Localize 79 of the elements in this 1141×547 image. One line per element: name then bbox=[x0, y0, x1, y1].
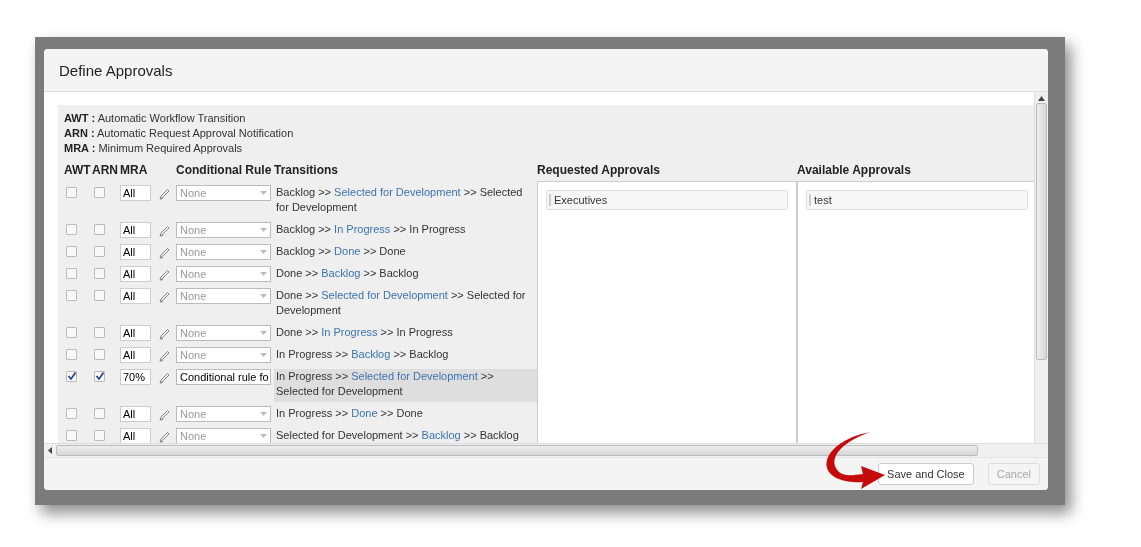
checkbox[interactable] bbox=[94, 268, 105, 279]
legend-line: MRA : Minimum Required Approvals bbox=[64, 141, 244, 156]
pencil-icon[interactable] bbox=[158, 409, 170, 422]
scroll-up-icon[interactable] bbox=[1038, 96, 1045, 101]
checkbox[interactable] bbox=[66, 349, 77, 360]
approval-item[interactable]: Executives bbox=[546, 190, 788, 210]
transition-text: Done >> In Progress >> In Progress bbox=[275, 325, 454, 340]
scroll-left-icon[interactable] bbox=[48, 447, 52, 454]
checkbox[interactable] bbox=[94, 408, 105, 419]
checkbox[interactable] bbox=[66, 268, 77, 279]
checkbox[interactable] bbox=[94, 327, 105, 338]
checkbox[interactable] bbox=[94, 187, 105, 198]
checkbox[interactable] bbox=[94, 224, 105, 235]
checkbox[interactable] bbox=[66, 187, 77, 198]
column-header: ARN bbox=[92, 163, 119, 177]
pencil-icon[interactable] bbox=[158, 188, 170, 201]
column-header: Transitions bbox=[274, 163, 339, 177]
transition-link[interactable]: Backlog bbox=[421, 429, 461, 441]
transition-text: Done >> Backlog >> Backlog bbox=[275, 266, 420, 281]
transition-text: Selected for Development >> Backlog >> Backlog bbox=[275, 428, 520, 443]
transition-text: Backlog >> Done >> Done bbox=[275, 244, 407, 259]
legend-line: AWT : Automatic Workflow Transition bbox=[64, 111, 247, 126]
transition-text: Done >> Selected for Development >> Selected for Development bbox=[275, 288, 527, 318]
transition-link[interactable]: Backlog bbox=[321, 267, 361, 279]
mra-field[interactable]: 70% bbox=[120, 369, 151, 385]
pencil-icon[interactable] bbox=[158, 225, 170, 238]
transition-text: Backlog >> Selected for Development >> Selected for Development bbox=[275, 185, 524, 215]
pencil-icon[interactable] bbox=[158, 431, 170, 443]
checkbox[interactable] bbox=[94, 349, 105, 360]
mra-field[interactable]: All bbox=[120, 288, 151, 304]
checkbox[interactable] bbox=[66, 430, 77, 441]
list-heading: Requested Approvals bbox=[537, 162, 661, 179]
pencil-icon[interactable] bbox=[158, 247, 170, 260]
dialog-title: Define Approvals bbox=[59, 61, 173, 79]
transition-text: In Progress >> Backlog >> Backlog bbox=[275, 347, 450, 362]
transition-link[interactable]: Selected for Development bbox=[321, 289, 448, 301]
mra-field[interactable]: All bbox=[120, 325, 151, 341]
column-header: MRA bbox=[120, 163, 149, 177]
checkbox[interactable] bbox=[94, 290, 105, 301]
transition-link[interactable]: Selected for Development bbox=[351, 370, 478, 382]
checkbox[interactable] bbox=[66, 290, 77, 301]
transition-link[interactable]: Done bbox=[334, 245, 361, 257]
checkbox[interactable] bbox=[66, 408, 77, 419]
checkbox[interactable] bbox=[94, 430, 105, 441]
rule-dropdown[interactable]: Conditional rule fo bbox=[176, 369, 271, 385]
mra-field[interactable]: All bbox=[120, 222, 151, 238]
mra-field[interactable]: All bbox=[120, 244, 151, 260]
checkbox[interactable] bbox=[66, 246, 77, 257]
column-header: Conditional Rule bbox=[176, 163, 273, 177]
transition-link[interactable]: Done bbox=[351, 407, 378, 419]
pencil-icon[interactable] bbox=[158, 328, 170, 341]
checkbox[interactable] bbox=[94, 246, 105, 257]
transition-link[interactable]: Backlog bbox=[351, 348, 391, 360]
legend-line: ARN : Automatic Request Approval Notification bbox=[64, 126, 295, 141]
checkbox[interactable] bbox=[66, 224, 77, 235]
mra-field[interactable]: All bbox=[120, 406, 151, 422]
approval-item[interactable]: test bbox=[806, 190, 1028, 210]
transition-text: In Progress >> Selected for Development >> Selected for Development bbox=[274, 369, 537, 402]
pencil-icon[interactable] bbox=[158, 372, 170, 385]
transition-link[interactable]: In Progress bbox=[334, 223, 391, 235]
pencil-icon[interactable] bbox=[158, 291, 170, 304]
mra-field[interactable]: All bbox=[120, 266, 151, 282]
checkbox[interactable] bbox=[66, 327, 77, 338]
transition-link[interactable]: Selected for Development bbox=[334, 186, 461, 198]
pencil-icon[interactable] bbox=[158, 269, 170, 282]
mra-field[interactable]: All bbox=[120, 428, 151, 443]
pencil-icon[interactable] bbox=[158, 350, 170, 363]
transition-text: In Progress >> Done >> Done bbox=[275, 406, 424, 421]
vertical-scrollbar[interactable] bbox=[1034, 92, 1048, 443]
horizontal-scrollbar[interactable] bbox=[44, 443, 1048, 457]
mra-field[interactable]: All bbox=[120, 347, 151, 363]
transition-link[interactable]: In Progress bbox=[321, 326, 378, 338]
checkbox[interactable] bbox=[66, 371, 77, 382]
save-button[interactable]: Save and Close bbox=[878, 463, 974, 485]
column-header: AWT bbox=[64, 163, 92, 177]
checkbox[interactable] bbox=[94, 371, 105, 382]
list-heading: Available Approvals bbox=[797, 162, 912, 179]
transition-text: Backlog >> In Progress >> In Progress bbox=[275, 222, 467, 237]
mra-field[interactable]: All bbox=[120, 185, 151, 201]
